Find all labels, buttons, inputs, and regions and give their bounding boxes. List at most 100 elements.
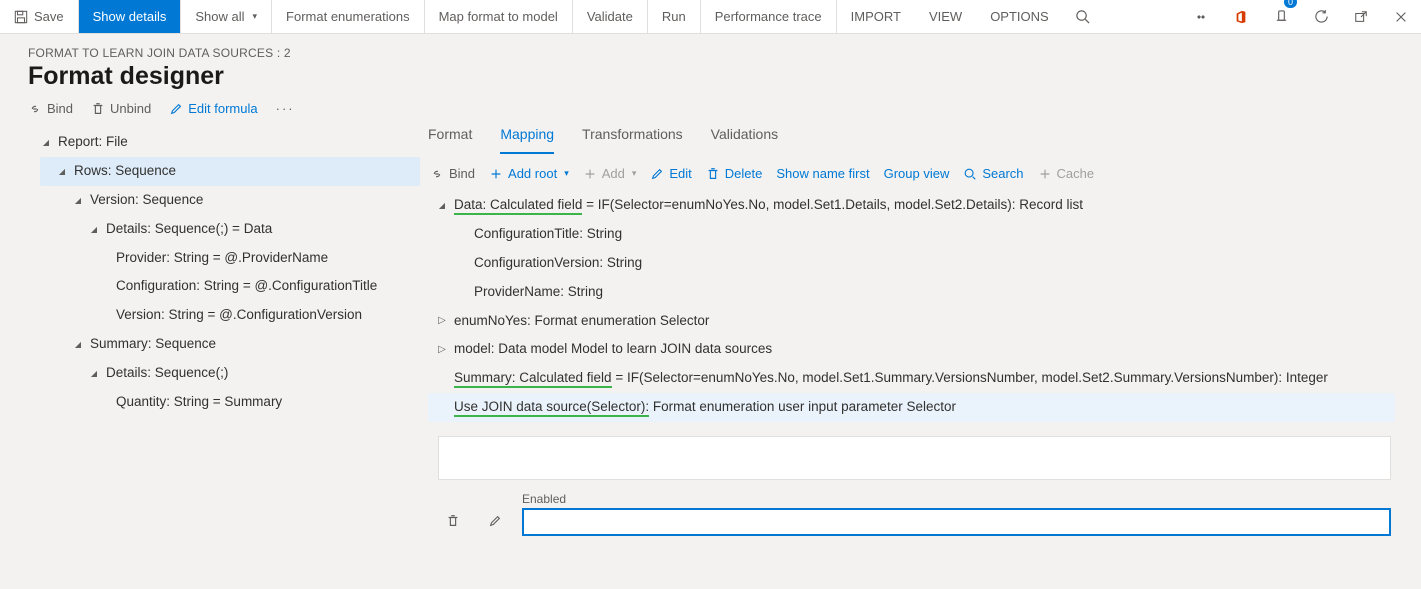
edit-button[interactable]: Edit	[650, 166, 691, 181]
trash-icon	[91, 102, 105, 116]
show-name-first-button[interactable]: Show name first	[776, 166, 869, 181]
import-button[interactable]: IMPORT	[837, 0, 915, 33]
tree-node-provider-name[interactable]: ProviderName: String	[428, 278, 1395, 307]
node-label: Version: String = @.ConfigurationVersion	[116, 306, 362, 325]
tree-node-version-string[interactable]: Version: String = @.ConfigurationVersion	[40, 301, 420, 330]
connector-icon[interactable]	[1181, 0, 1221, 33]
summary-label: Summary: Calculated field	[454, 370, 612, 388]
tree-node-data[interactable]: Data: Calculated field = IF(Selector=enu…	[428, 191, 1395, 220]
format-enumerations-button[interactable]: Format enumerations	[272, 0, 425, 33]
tab-format[interactable]: Format	[428, 124, 472, 154]
edit-formula-button[interactable]: Edit formula	[169, 101, 257, 116]
tree-node-conf-version[interactable]: ConfigurationVersion: String	[428, 249, 1395, 278]
tree-node-conf-title[interactable]: ConfigurationTitle: String	[428, 220, 1395, 249]
cache-button[interactable]: Cache	[1038, 166, 1095, 181]
node-label: Use JOIN data source(Selector): Format e…	[454, 398, 956, 417]
node-label: Rows: Sequence	[74, 162, 176, 181]
tab-transformations[interactable]: Transformations	[582, 124, 683, 154]
group-view-button[interactable]: Group view	[884, 166, 950, 181]
performance-trace-button[interactable]: Performance trace	[701, 0, 837, 33]
options-label: OPTIONS	[990, 9, 1049, 24]
bind-button[interactable]: Bind	[28, 101, 73, 116]
add-button[interactable]: Add ▾	[583, 166, 637, 181]
expand-icon[interactable]	[56, 166, 68, 177]
options-button[interactable]: OPTIONS	[976, 0, 1063, 33]
tree-node-version-seq[interactable]: Version: Sequence	[40, 186, 420, 215]
node-label: Version: Sequence	[90, 191, 203, 210]
run-button[interactable]: Run	[648, 0, 701, 33]
delete-label: Delete	[725, 166, 763, 181]
expand-icon[interactable]	[72, 339, 84, 350]
tree-node-report[interactable]: Report: File	[40, 128, 420, 157]
notifications-button[interactable]: 0	[1261, 0, 1301, 33]
breadcrumb: FORMAT TO LEARN JOIN DATA SOURCES : 2	[28, 46, 1393, 62]
mapping-pane: Format Mapping Transformations Validatio…	[420, 124, 1421, 589]
tree-node-summary-seq[interactable]: Summary: Sequence	[40, 330, 420, 359]
search-button-right[interactable]: Search	[963, 166, 1023, 181]
unbind-button[interactable]: Unbind	[91, 101, 151, 116]
add-root-button[interactable]: Add root ▾	[489, 166, 569, 181]
close-icon	[1394, 10, 1408, 24]
tabs: Format Mapping Transformations Validatio…	[424, 124, 1421, 154]
tree-node-enum[interactable]: enumNoYes: Format enumeration Selector	[428, 307, 1395, 336]
enabled-input[interactable]	[522, 508, 1391, 536]
search-button[interactable]	[1063, 0, 1103, 33]
tab-mapping[interactable]: Mapping	[500, 124, 554, 154]
more-button[interactable]: ···	[276, 101, 295, 116]
link-icon	[28, 102, 42, 116]
bind-button-right[interactable]: Bind	[430, 166, 475, 181]
node-label: ConfigurationTitle: String	[474, 225, 622, 244]
show-all-label: Show all	[195, 9, 244, 24]
chevron-down-icon: ▾	[564, 168, 569, 179]
tree-node-details-seq[interactable]: Details: Sequence(;) = Data	[40, 215, 420, 244]
tree-node-model[interactable]: model: Data model Model to learn JOIN da…	[428, 335, 1395, 364]
mapping-tree: Data: Calculated field = IF(Selector=enu…	[424, 191, 1421, 422]
delete-property-button[interactable]	[438, 506, 468, 536]
office-logo-icon	[1234, 10, 1248, 24]
tree-node-use-join[interactable]: Use JOIN data source(Selector): Format e…	[428, 393, 1395, 422]
office-icon[interactable]	[1221, 0, 1261, 33]
map-format-button[interactable]: Map format to model	[425, 0, 573, 33]
expand-icon[interactable]	[88, 224, 100, 235]
data-label: Data: Calculated field	[454, 197, 582, 215]
validate-button[interactable]: Validate	[573, 0, 648, 33]
page-title: Format designer	[28, 62, 1393, 91]
add-root-label: Add root	[508, 166, 557, 181]
enabled-field: Enabled	[522, 492, 1391, 536]
expand-icon[interactable]	[436, 200, 448, 211]
save-button[interactable]: Save	[0, 0, 79, 33]
popout-icon	[1354, 10, 1368, 24]
trash-icon	[446, 514, 460, 528]
search-icon	[963, 167, 977, 181]
show-all-button[interactable]: Show all ▾	[181, 0, 272, 33]
expand-icon[interactable]	[88, 368, 100, 379]
delete-button[interactable]: Delete	[706, 166, 763, 181]
tree-node-configuration[interactable]: Configuration: String = @.ConfigurationT…	[40, 272, 420, 301]
popout-button[interactable]	[1341, 0, 1381, 33]
group-view-label: Group view	[884, 166, 950, 181]
node-label: Configuration: String = @.ConfigurationT…	[116, 277, 377, 296]
run-label: Run	[662, 9, 686, 24]
node-label: ProviderName: String	[474, 283, 603, 302]
tree-node-details2[interactable]: Details: Sequence(;)	[40, 359, 420, 388]
tree-node-rows[interactable]: Rows: Sequence	[40, 157, 420, 186]
expand-icon[interactable]	[72, 195, 84, 206]
refresh-button[interactable]	[1301, 0, 1341, 33]
expand-icon[interactable]	[436, 343, 448, 357]
tree-node-provider[interactable]: Provider: String = @.ProviderName	[40, 244, 420, 273]
show-details-button[interactable]: Show details	[79, 0, 182, 33]
expand-icon[interactable]	[40, 137, 52, 148]
tree-node-summary[interactable]: Summary: Calculated field = IF(Selector=…	[428, 364, 1395, 393]
expand-icon[interactable]	[436, 314, 448, 328]
use-join-label: Use JOIN data source(Selector):	[454, 399, 649, 417]
search-icon	[1075, 9, 1090, 24]
edit-property-button[interactable]	[480, 506, 510, 536]
node-label: Summary: Calculated field = IF(Selector=…	[454, 369, 1328, 388]
tab-validations[interactable]: Validations	[711, 124, 778, 154]
mapping-toolbar: Bind Add root ▾ Add ▾ Edit Delete Show	[424, 154, 1421, 191]
property-row: Enabled	[424, 488, 1421, 540]
tree-node-quantity[interactable]: Quantity: String = Summary	[40, 388, 420, 417]
close-button[interactable]	[1381, 0, 1421, 33]
view-button[interactable]: VIEW	[915, 0, 976, 33]
command-bar: Save Show details Show all ▾ Format enum…	[0, 0, 1421, 34]
